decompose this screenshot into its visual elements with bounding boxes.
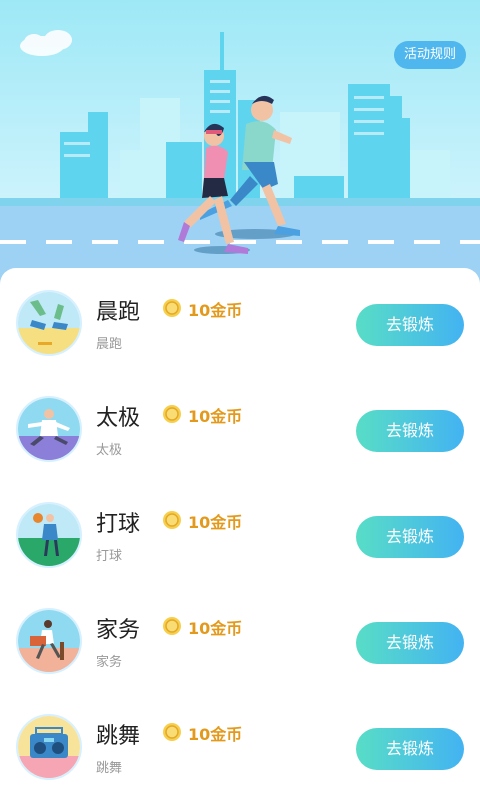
boombox-icon	[16, 714, 82, 780]
activity-subtitle: 跳舞	[96, 761, 123, 776]
coin-icon	[163, 723, 181, 741]
go-exercise-button[interactable]: 去锻炼	[356, 304, 464, 346]
activity-subtitle: 打球	[96, 549, 123, 564]
go-exercise-button[interactable]: 去锻炼	[356, 410, 464, 452]
reward-label: 10金币	[188, 725, 243, 744]
activity-title: 太极	[96, 406, 141, 431]
list-item: 晨跑 10金币 晨跑 去锻炼	[0, 268, 480, 374]
coin-icon	[163, 617, 181, 635]
activity-title: 跳舞	[96, 724, 141, 749]
list-item: 跳舞 10金币 跳舞 去锻炼	[0, 692, 480, 798]
activity-title: 打球	[96, 512, 141, 537]
tai-chi-icon	[16, 396, 82, 462]
activity-title: 晨跑	[96, 300, 141, 325]
reward-label: 10金币	[188, 407, 243, 426]
list-item: 打球 10金币 打球 去锻炼	[0, 480, 480, 586]
coin-icon	[163, 299, 181, 317]
basketball-icon	[16, 502, 82, 568]
hero-banner: 活动规则	[0, 0, 480, 290]
coin-icon	[163, 511, 181, 529]
activity-subtitle: 晨跑	[96, 337, 123, 352]
go-exercise-button[interactable]: 去锻炼	[356, 622, 464, 664]
go-exercise-button[interactable]: 去锻炼	[356, 516, 464, 558]
list-item: 家务 10金币 家务 去锻炼	[0, 586, 480, 692]
housework-icon	[16, 608, 82, 674]
reward-label: 10金币	[188, 513, 243, 532]
activity-subtitle: 家务	[96, 655, 123, 670]
list-item: 太极 10金币 太极 去锻炼	[0, 374, 480, 480]
cloud-icon	[20, 30, 72, 56]
reward-label: 10金币	[188, 301, 243, 320]
reward-label: 10金币	[188, 619, 243, 638]
coin-icon	[163, 405, 181, 423]
activity-subtitle: 太极	[96, 443, 123, 458]
activity-list-card: 晨跑 10金币 晨跑 去锻炼 太极 10金币 太极 去锻炼 打球 10金币 打球…	[0, 268, 480, 800]
go-exercise-button[interactable]: 去锻炼	[356, 728, 464, 770]
activity-rules-button[interactable]: 活动规则	[393, 41, 466, 69]
activity-title: 家务	[96, 618, 141, 643]
running-icon	[16, 290, 82, 356]
